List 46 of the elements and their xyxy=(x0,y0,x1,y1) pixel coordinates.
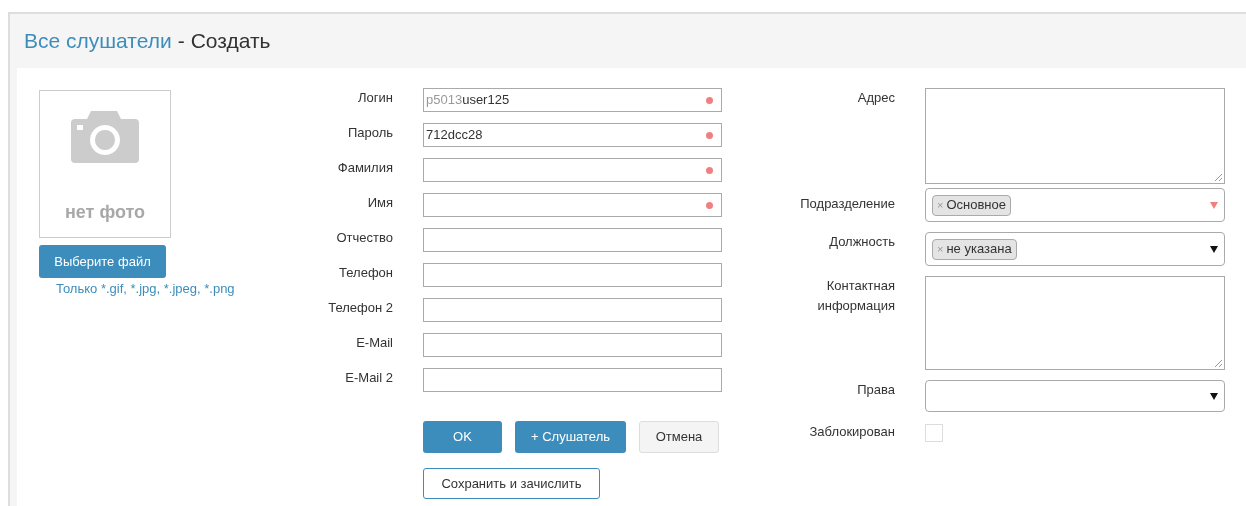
text-field[interactable] xyxy=(423,368,722,392)
file-types-hint: Только *.gif, *.jpg, *.jpeg, *.png xyxy=(56,280,235,298)
select-field[interactable] xyxy=(925,380,1225,412)
text-area[interactable] xyxy=(925,276,1225,370)
field-label: Должность xyxy=(828,233,895,251)
checkbox[interactable] xyxy=(925,424,943,442)
text-field[interactable] xyxy=(423,333,722,357)
field-label: Права xyxy=(856,381,895,399)
save-and-enroll-button[interactable]: Сохранить и зачислить xyxy=(423,468,600,499)
choose-file-button[interactable]: Выберите файл xyxy=(39,245,166,278)
title-separator: - xyxy=(177,28,185,55)
text-field[interactable] xyxy=(423,298,722,322)
login-prefix: p5013 xyxy=(426,91,463,110)
tag-select[interactable]: × Основное xyxy=(925,188,1225,222)
resize-handle-icon[interactable] xyxy=(1214,359,1223,368)
text-field[interactable] xyxy=(423,263,722,287)
primary-button[interactable]: OK xyxy=(423,421,502,453)
tag-text: Основное xyxy=(946,196,1006,215)
field-label: Подразделение xyxy=(799,195,895,213)
page-title: Создать xyxy=(190,28,271,55)
field-label: Телефон 2 xyxy=(327,299,393,317)
field-label: Заблокирован xyxy=(808,423,895,441)
text-field[interactable]: 712dcc28 xyxy=(423,123,722,147)
field-label: E-Mail xyxy=(355,334,393,352)
text-field[interactable] xyxy=(423,228,722,252)
resize-handle-icon[interactable] xyxy=(1214,173,1223,182)
field-label: Фамилия xyxy=(336,159,393,177)
field-label: Имя xyxy=(366,194,393,212)
field-label: Логин xyxy=(357,89,393,107)
tag-select[interactable]: × не указана xyxy=(925,232,1225,266)
text-field[interactable] xyxy=(423,158,722,182)
field-label: E-Mail 2 xyxy=(344,369,393,387)
no-photo-text: нет фото xyxy=(64,201,146,224)
field-value: 712dcc28 xyxy=(426,126,483,145)
field-value: user125 xyxy=(462,91,510,110)
text-area[interactable] xyxy=(925,88,1225,184)
field-label: Телефон xyxy=(338,264,393,282)
field-label: Пароль xyxy=(346,124,393,142)
field-label: Контактная информация xyxy=(816,277,895,315)
tag-text: не указана xyxy=(946,240,1012,259)
primary-button[interactable]: + Слушатель xyxy=(515,421,626,453)
text-field[interactable] xyxy=(423,193,722,217)
text-field[interactable]: p5013user125 xyxy=(423,88,722,112)
cancel-button[interactable]: Отмена xyxy=(639,421,719,453)
field-label: Адрес xyxy=(856,89,895,107)
field-label: Отчество xyxy=(335,229,393,247)
